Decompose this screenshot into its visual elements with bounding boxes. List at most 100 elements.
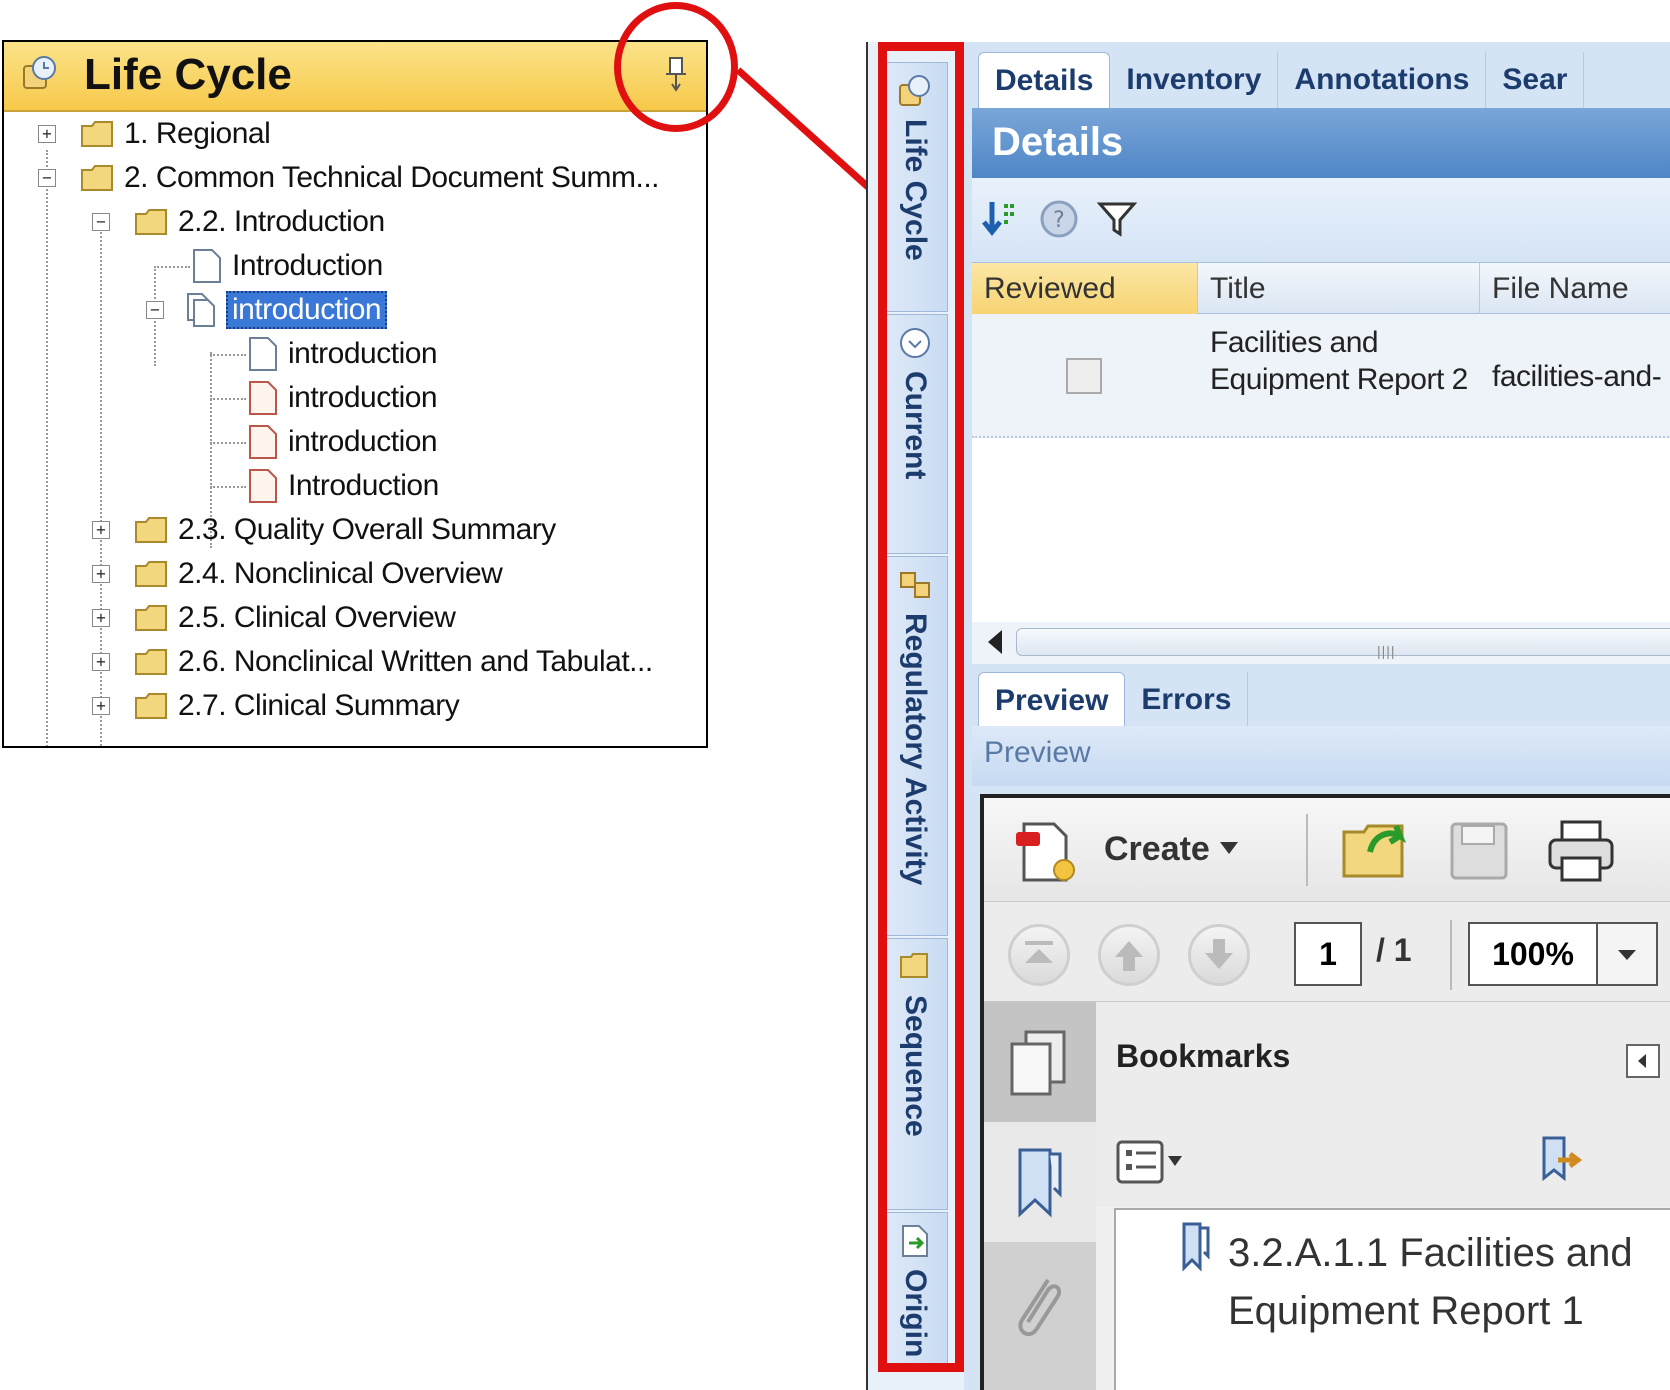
- tree-item-nonclinical-written[interactable]: + 2.6. Nonclinical Written and Tabulat..…: [92, 640, 653, 684]
- help-icon[interactable]: ?: [1038, 198, 1080, 240]
- create-button[interactable]: Create: [1104, 830, 1210, 869]
- tree-item-label: 2.2. Introduction: [178, 205, 385, 238]
- details-toolbar: ?: [972, 178, 1670, 258]
- tree-item-document[interactable]: Introduction: [210, 464, 439, 508]
- tree-item-clinical-summary[interactable]: + 2.7. Clinical Summary: [92, 684, 460, 728]
- zoom-dropdown[interactable]: [1598, 922, 1658, 986]
- bookmarks-toolbar: [1096, 1122, 1670, 1206]
- table-row[interactable]: Facilities and Equipment Report 2 facili…: [972, 314, 1670, 438]
- life-cycle-panel: Life Cycle + 1. Regional − 2. Common Tec…: [2, 40, 708, 748]
- bookmarks-header: Bookmarks: [1096, 1002, 1670, 1122]
- life-cycle-header: Life Cycle: [4, 42, 706, 112]
- tree-item-label: 2.7. Clinical Summary: [178, 689, 460, 722]
- horizontal-scrollbar[interactable]: ||||: [972, 622, 1670, 664]
- expand-icon[interactable]: +: [92, 565, 110, 583]
- tree-item-label: 1. Regional: [124, 117, 271, 150]
- sort-icon[interactable]: [980, 198, 1022, 240]
- tree-item-selected[interactable]: − introduction: [146, 288, 388, 332]
- tree-item-quality-summary[interactable]: + 2.3. Quality Overall Summary: [92, 508, 556, 552]
- tree-item-label: introduction: [288, 337, 438, 370]
- folder-icon: [135, 209, 167, 235]
- tab-search[interactable]: Sear: [1486, 52, 1585, 108]
- column-reviewed[interactable]: Reviewed: [972, 263, 1198, 315]
- side-tab-bar: Life Cycle Current Regulatory Activity S…: [868, 42, 964, 1390]
- callout-circle: [614, 2, 738, 132]
- next-page-button[interactable]: [1188, 924, 1250, 986]
- tree-item-label: 2.5. Clinical Overview: [178, 601, 456, 634]
- scroll-left-icon[interactable]: [988, 630, 1002, 654]
- open-folder-icon[interactable]: [1340, 816, 1412, 884]
- tab-annotations[interactable]: Annotations: [1278, 52, 1487, 108]
- tree-item-document[interactable]: introduction: [210, 332, 438, 376]
- highlight-box: [878, 42, 964, 1372]
- expand-icon[interactable]: +: [92, 609, 110, 627]
- top-tab-strip: Details Inventory Annotations Sear: [978, 52, 1670, 108]
- page-total: / 1: [1376, 932, 1412, 968]
- collapse-icon[interactable]: −: [92, 213, 110, 231]
- column-file-name[interactable]: File Name: [1480, 263, 1670, 315]
- page-navigation-bar: 1 / 1 100%: [984, 902, 1670, 1002]
- tree-item-nonclinical-overview[interactable]: + 2.4. Nonclinical Overview: [92, 552, 503, 596]
- column-title[interactable]: Title: [1198, 263, 1480, 315]
- collapse-panel-button[interactable]: [1626, 1044, 1660, 1078]
- zoom-input[interactable]: 100%: [1468, 922, 1598, 986]
- tab-details[interactable]: Details: [978, 52, 1111, 108]
- folder-icon: [135, 649, 167, 675]
- document-icon: [249, 425, 277, 459]
- tree-item-document[interactable]: introduction: [210, 420, 438, 464]
- create-pdf-icon[interactable]: [1014, 820, 1084, 884]
- chevron-down-icon[interactable]: [1220, 842, 1238, 854]
- first-page-icon: [1025, 941, 1053, 963]
- folder-icon: [135, 561, 167, 587]
- previous-page-button[interactable]: [1098, 924, 1160, 986]
- tab-preview[interactable]: Preview: [978, 672, 1126, 728]
- tree-item-label: introduction: [226, 291, 388, 329]
- collapse-icon[interactable]: −: [146, 301, 164, 319]
- arrow-up-icon: [1115, 941, 1143, 971]
- tree-item-document[interactable]: Introduction: [154, 244, 383, 288]
- reviewed-checkbox[interactable]: [1066, 358, 1102, 394]
- scroll-thumb[interactable]: ||||: [1016, 628, 1670, 659]
- expand-icon[interactable]: +: [92, 521, 110, 539]
- first-page-button[interactable]: [1008, 924, 1070, 986]
- preview-label: Preview: [984, 736, 1091, 769]
- tree-item-label: Introduction: [288, 469, 439, 502]
- chevron-down-icon: [1618, 950, 1636, 960]
- details-title: Details: [992, 120, 1124, 164]
- toolbar-divider: [1306, 814, 1308, 886]
- expand-icon[interactable]: +: [92, 697, 110, 715]
- expand-bookmark-icon[interactable]: [1536, 1134, 1588, 1190]
- collapse-icon[interactable]: −: [38, 169, 56, 187]
- save-icon[interactable]: [1448, 820, 1510, 882]
- bookmarks-title: Bookmarks: [1116, 1038, 1291, 1074]
- tree-item-clinical-overview[interactable]: + 2.5. Clinical Overview: [92, 596, 456, 640]
- bottom-tab-strip: Preview Errors: [978, 672, 1670, 728]
- tab-inventory[interactable]: Inventory: [1110, 52, 1279, 108]
- tab-errors[interactable]: Errors: [1125, 672, 1249, 728]
- chevron-left-icon: [1638, 1054, 1646, 1068]
- toolbar-divider: [1450, 920, 1452, 990]
- bookmark-item[interactable]: 3.2.A.1.1 Facilities and Equipment Repor…: [1228, 1224, 1648, 1340]
- pages-panel-button[interactable]: [984, 1002, 1096, 1122]
- navigation-pane-bar: [984, 1002, 1096, 1390]
- bookmarks-panel-button[interactable]: [984, 1122, 1096, 1242]
- page-number-input[interactable]: 1: [1294, 922, 1362, 986]
- tree-item-introduction-folder[interactable]: − 2.2. Introduction: [92, 200, 385, 244]
- filter-icon[interactable]: [1096, 198, 1138, 240]
- tree-item-label: introduction: [288, 381, 438, 414]
- tree-item-label: 2.6. Nonclinical Written and Tabulat...: [178, 645, 653, 678]
- app-window: Life Cycle Current Regulatory Activity S…: [866, 42, 1670, 1390]
- print-icon[interactable]: [1546, 818, 1616, 884]
- bookmark-options-icon[interactable]: [1116, 1138, 1188, 1186]
- folder-icon: [135, 517, 167, 543]
- folder-icon: [135, 605, 167, 631]
- expand-icon[interactable]: +: [38, 125, 56, 143]
- tree-item-label: Introduction: [232, 249, 383, 282]
- attachment-icon[interactable]: [1008, 1270, 1070, 1350]
- tree-item-document[interactable]: introduction: [210, 376, 438, 420]
- tree-item-regional[interactable]: + 1. Regional: [38, 112, 271, 156]
- tree-item-label: 2. Common Technical Document Summ...: [124, 161, 660, 194]
- tree-item-ctd-summary[interactable]: − 2. Common Technical Document Summ...: [38, 156, 660, 200]
- expand-icon[interactable]: +: [92, 653, 110, 671]
- grid-header: Reviewed Title File Name: [972, 262, 1670, 315]
